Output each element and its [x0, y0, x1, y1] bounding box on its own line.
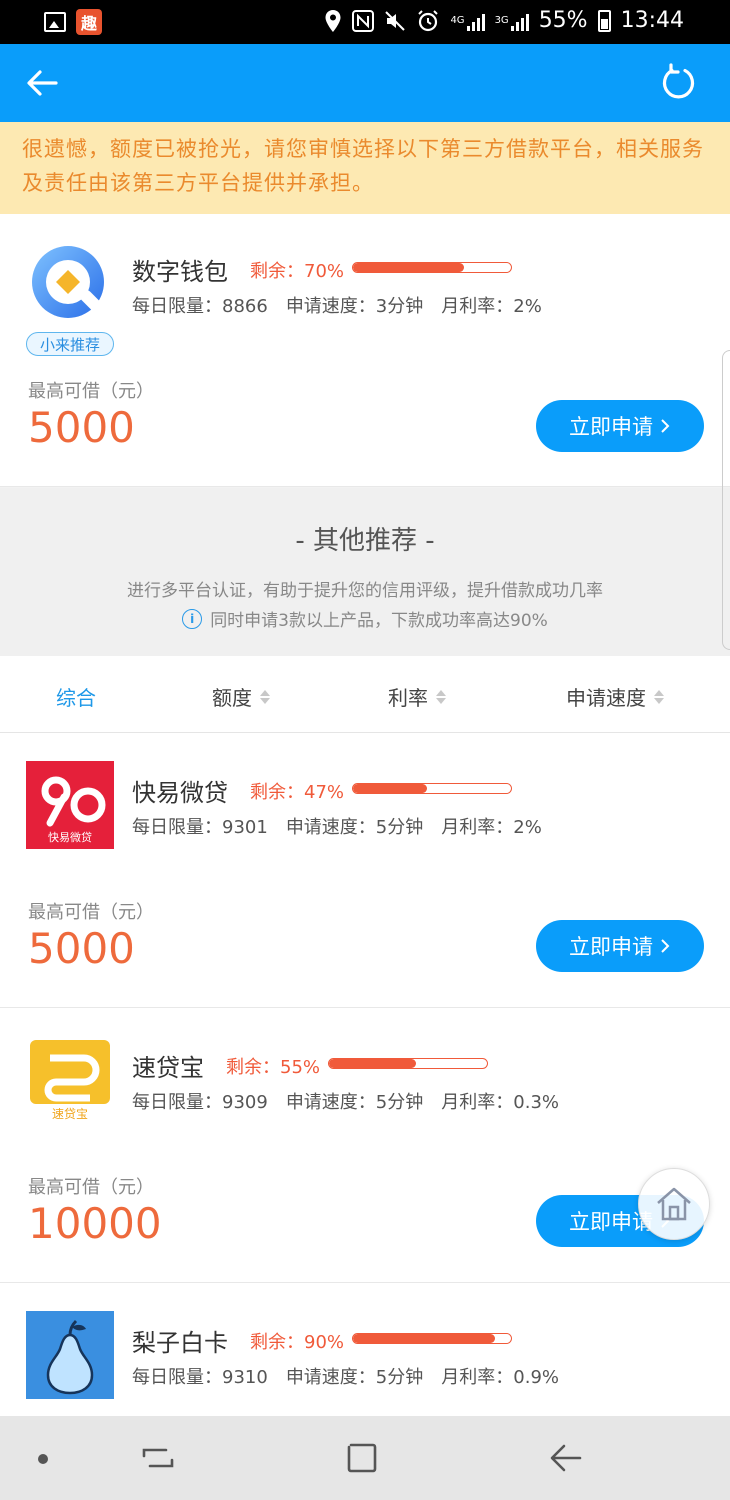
remain-label: 剩余：47% [250, 782, 345, 803]
signal-icon-2 [510, 11, 529, 31]
nav-dot-icon[interactable] [38, 1454, 48, 1464]
apply-button[interactable]: 立即申请 [536, 920, 704, 972]
daily-limit: 每日限量：9301 [132, 817, 268, 838]
remain-progress [352, 783, 512, 794]
sort-tab-rate[interactable]: 利率 [388, 682, 446, 711]
product-info: 每日限量：8866 申请速度：3分钟 月利率：2% [132, 292, 560, 318]
featured-product-card[interactable]: 小来推荐 数字钱包 剩余：70% 每日限量：8866 申请速度：3分钟 月利率：2%… [0, 214, 730, 487]
max-loan-label: 最高可借（元） [28, 902, 154, 923]
section-title: - 其他推荐 - [295, 526, 435, 556]
nav-back-icon[interactable] [548, 1440, 584, 1476]
chevron-right-icon [661, 939, 670, 953]
max-loan-label: 最高可借（元） [28, 381, 154, 402]
network-type-label-2: 3G [494, 14, 509, 26]
sort-arrows-icon [260, 689, 270, 704]
other-recommend-section: - 其他推荐 - 进行多平台认证，有助于提升您的信用评级，提升借款成功几率 i … [0, 488, 730, 656]
sort-tab-label: 利率 [388, 686, 428, 710]
sort-tab-label: 额度 [212, 686, 252, 710]
apply-button-label: 立即申请 [569, 935, 653, 959]
info-icon: i [182, 608, 203, 629]
kuaiyi-logo-icon: 快易微贷 [26, 761, 114, 849]
sudaibao-logo-icon: 速贷宝 [26, 1036, 114, 1124]
wallet-logo-icon [32, 246, 110, 320]
battery-icon [597, 9, 611, 32]
notice-banner: 很遗憾，额度已被抢光，请您审慎选择以下第三方借款平台，相关服务及责任由该第三方平… [0, 122, 730, 214]
sort-tab-speed[interactable]: 申请速度 [566, 682, 664, 711]
product-name: 数字钱包 [132, 258, 228, 286]
product-name: 梨子白卡 [132, 1329, 228, 1357]
remain-progress-fill [353, 263, 464, 272]
sort-bar: 综合 额度 利率 申请速度 [0, 656, 730, 733]
mute-icon [385, 10, 406, 31]
remain-progress [352, 262, 512, 273]
product-info: 每日限量：9309 申请速度：5分钟 月利率：0.3% [132, 1088, 577, 1114]
alarm-icon [418, 9, 439, 31]
home-square-icon[interactable] [346, 1442, 378, 1474]
app-bar [0, 44, 730, 122]
logo-text: 快易微贷 [48, 830, 92, 844]
chevron-right-icon [661, 419, 670, 433]
remain-progress-fill [353, 784, 428, 793]
remain-progress-fill [353, 1334, 496, 1343]
section-subtitle: 进行多平台认证，有助于提升您的信用评级，提升借款成功几率 [127, 581, 603, 601]
pear-logo-icon [26, 1311, 114, 1399]
monthly-rate: 月利率：2% [441, 296, 542, 317]
battery-percent: 55% [538, 8, 588, 33]
sort-arrows-icon [436, 689, 446, 704]
monthly-rate: 月利率：2% [441, 817, 542, 838]
max-loan-amount: 10000 [28, 1199, 162, 1248]
remain-progress-fill [329, 1059, 416, 1068]
daily-limit: 每日限量：9309 [132, 1092, 268, 1113]
remain-progress [328, 1058, 488, 1069]
sort-tab-overall[interactable]: 综合 [56, 682, 96, 711]
daily-limit: 每日限量：8866 [132, 296, 268, 317]
floating-home-button[interactable] [638, 1168, 710, 1240]
product-info: 每日限量：9310 申请速度：5分钟 月利率：0.9% [132, 1363, 577, 1389]
apply-button[interactable]: 立即申请 [536, 400, 704, 452]
remain-label: 剩余：55% [226, 1057, 321, 1078]
product-card[interactable]: 梨子白卡 剩余：90% 每日限量：9310 申请速度：5分钟 月利率：0.9% [0, 1283, 730, 1416]
gallery-notification-icon [44, 12, 66, 32]
monthly-rate: 月利率：0.3% [441, 1092, 559, 1113]
edge-panel-handle[interactable] [722, 350, 730, 650]
product-name: 快易微贷 [132, 779, 228, 807]
recent-apps-icon[interactable] [140, 1440, 176, 1476]
remain-label: 剩余：70% [250, 261, 345, 282]
app-notification-icon: 趣 [76, 9, 102, 35]
system-nav-bar [0, 1416, 730, 1500]
logo-text: 速贷宝 [52, 1107, 88, 1121]
recommend-badge: 小来推荐 [26, 332, 114, 356]
sort-arrows-icon [654, 689, 664, 704]
status-bar: 趣 4G 3G 55% 13:44 [0, 0, 730, 44]
apply-speed: 申请速度：5分钟 [285, 1367, 424, 1388]
max-loan-label: 最高可借（元） [28, 1177, 154, 1198]
signal-icon [466, 11, 485, 31]
section-tip-text: 同时申请3款以上产品，下款成功率高达90% [210, 611, 548, 631]
remain-label: 剩余：90% [250, 1332, 345, 1353]
apply-speed: 申请速度：5分钟 [285, 1092, 424, 1113]
refresh-icon[interactable] [658, 62, 700, 104]
apply-speed: 申请速度：5分钟 [285, 817, 424, 838]
nfc-icon [352, 9, 375, 32]
product-card[interactable]: 速贷宝 速贷宝 剩余：55% 每日限量：9309 申请速度：5分钟 月利率：0.3%… [0, 1008, 730, 1283]
apply-button-label: 立即申请 [569, 415, 653, 439]
daily-limit: 每日限量：9310 [132, 1367, 268, 1388]
sort-tab-label: 综合 [56, 686, 96, 710]
monthly-rate: 月利率：0.9% [441, 1367, 559, 1388]
section-tip: i 同时申请3款以上产品，下款成功率高达90% [0, 606, 730, 631]
sort-tab-amount[interactable]: 额度 [212, 682, 270, 711]
product-name: 速贷宝 [132, 1054, 204, 1082]
network-type-label: 4G [450, 14, 465, 26]
clock: 13:44 [620, 8, 684, 33]
product-card[interactable]: 快易微贷 快易微贷 剩余：47% 每日限量：9301 申请速度：5分钟 月利率：2%… [0, 733, 730, 1008]
remain-progress [352, 1333, 512, 1344]
sort-tab-label: 申请速度 [566, 686, 646, 710]
location-icon [325, 9, 341, 32]
back-arrow-icon[interactable] [20, 60, 66, 106]
product-info: 每日限量：9301 申请速度：5分钟 月利率：2% [132, 813, 560, 839]
max-loan-amount: 5000 [28, 924, 135, 973]
home-icon [657, 1187, 691, 1221]
apply-speed: 申请速度：3分钟 [285, 296, 424, 317]
max-loan-amount: 5000 [28, 403, 135, 452]
